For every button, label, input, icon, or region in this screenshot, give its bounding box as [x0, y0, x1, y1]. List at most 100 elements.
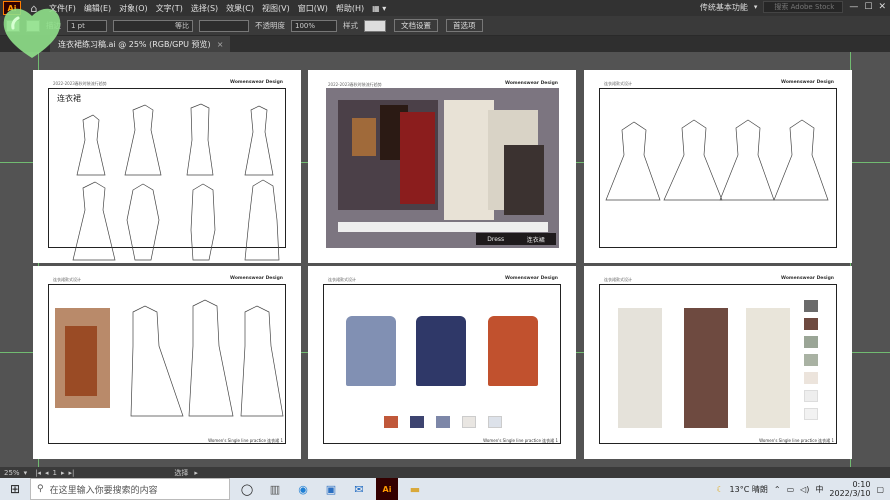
stroke-weight-value: 1 pt: [71, 21, 85, 30]
artboard-4[interactable]: 连衣裙款式设计 Womenswear Design Women's Single…: [33, 266, 301, 459]
dress-sketches: [130, 299, 284, 417]
file-explorer-icon[interactable]: ▥: [264, 478, 286, 500]
last-artboard-icon[interactable]: ▸|: [68, 469, 74, 477]
menu-view[interactable]: 视图(V): [262, 3, 290, 14]
menu-bar: Ai ⌂ 文件(F) 编辑(E) 对象(O) 文字(T) 选择(S) 效果(C)…: [0, 0, 890, 16]
menu-select[interactable]: 选择(S): [191, 3, 218, 14]
clock-date: 2022/3/10: [829, 489, 871, 498]
menu-type[interactable]: 文字(T): [156, 3, 183, 14]
workspace-switcher[interactable]: 传统基本功能: [700, 2, 748, 13]
artboard-3[interactable]: 连衣裙款式设计 Womenswear Design: [584, 70, 852, 263]
menu-help[interactable]: 帮助(H): [336, 3, 364, 14]
system-tray: ☾ 13°C 晴朗 ⌃ ▭ ◁) 中 0:10 2022/3/10 ▢: [716, 478, 884, 500]
artboard-footer: Women's Single line practice 连衣裙 1: [208, 438, 283, 443]
color-swatch: [804, 318, 818, 330]
color-swatch: [804, 372, 818, 384]
color-swatch: [804, 408, 818, 420]
weather-text[interactable]: 13°C 晴朗: [730, 484, 768, 495]
artboard-caption: 连衣裙款式设计: [604, 277, 632, 282]
artboard-2[interactable]: 2022-2023春秋时装流行趋势 Womenswear Design Dres…: [308, 70, 576, 263]
opacity-input[interactable]: 100%: [291, 19, 337, 32]
moodboard-photo: [400, 112, 435, 204]
dress-sketches: [72, 103, 280, 261]
chevron-down-icon[interactable]: ▾: [24, 469, 28, 477]
document-tab-bar: 连衣裙练习稿.ai @ 25% (RGB/GPU 预览) ×: [0, 36, 890, 52]
zoom-level[interactable]: 25%: [4, 469, 20, 477]
close-icon[interactable]: ✕: [878, 2, 886, 12]
artboard-6[interactable]: 连衣裙款式设计 Womenswear Design Women's Single…: [584, 266, 852, 459]
menu-edit[interactable]: 编辑(E): [84, 3, 111, 14]
dress-illustration: [684, 308, 728, 428]
next-artboard-icon[interactable]: ▸: [61, 469, 65, 477]
status-bar: 25% ▾ |◂ ◂ 1 ▸ ▸| 选择 ▸: [0, 467, 890, 478]
menu-window[interactable]: 窗口(W): [298, 3, 328, 14]
dress-sketches: [605, 119, 829, 201]
artboard-footer: Women's Single line practice 连衣裙 1: [483, 438, 558, 443]
network-icon[interactable]: ▭: [787, 485, 795, 494]
label-dress-cn: 连衣裙: [526, 236, 545, 244]
dress-illustration: [618, 308, 662, 428]
folder-app-icon[interactable]: ▬: [404, 478, 426, 500]
minimize-icon[interactable]: —: [849, 2, 858, 12]
artboard-brand: Womenswear Design: [505, 276, 558, 281]
chevron-right-icon[interactable]: ▸: [194, 469, 198, 477]
artboard-brand: Womenswear Design: [505, 81, 558, 86]
close-tab-icon[interactable]: ×: [217, 40, 224, 49]
stock-search-input[interactable]: 搜索 Adobe Stock: [763, 1, 844, 13]
windows-start-icon[interactable]: ⊞: [0, 478, 30, 500]
taskbar-search-input[interactable]: ⚲ 在这里输入你要搜索的内容: [30, 478, 230, 500]
document-setup-button[interactable]: 文档设置: [394, 19, 438, 32]
stroke-weight-input[interactable]: 1 pt: [67, 19, 107, 32]
clock[interactable]: 0:10 2022/3/10: [829, 480, 870, 498]
taskbar-search-placeholder: 在这里输入你要搜索的内容: [49, 485, 158, 496]
heart-sticker-icon: [3, 8, 61, 58]
current-tool: 选择: [174, 468, 189, 477]
style-label: 样式: [343, 21, 358, 30]
stroke-profile-value: 等比: [175, 21, 189, 30]
artboard-5[interactable]: 连衣裙款式设计 Womenswear Design Women's Single…: [308, 266, 576, 459]
notification-icon[interactable]: ▢: [876, 485, 884, 494]
opacity-label: 不透明度: [255, 21, 285, 30]
artboard-caption: 连衣裙款式设计: [328, 277, 356, 282]
chevron-up-icon[interactable]: ⌃: [774, 485, 781, 494]
task-view-icon[interactable]: ◯: [236, 478, 258, 500]
dress-illustration: [346, 316, 396, 386]
volume-icon[interactable]: ◁): [800, 485, 809, 494]
color-swatch: [804, 300, 818, 312]
menu-object[interactable]: 对象(O): [119, 3, 148, 14]
document-title: 连衣裙练习稿.ai @ 25% (RGB/GPU 预览): [58, 39, 211, 49]
control-bar: 描边 1 pt 等比 不透明度 100% 样式 文档设置 首选项: [0, 16, 890, 36]
search-icon: ⚲: [37, 484, 44, 494]
preferences-button[interactable]: 首选项: [446, 19, 483, 32]
artboard-1[interactable]: 2022-2023春秋时装流行趋势 Womenswear Design 连衣裙: [33, 70, 301, 263]
stroke-profile-select[interactable]: 等比: [113, 19, 193, 32]
brush-definition-select[interactable]: [199, 19, 249, 32]
photos-app-icon[interactable]: ▣: [320, 478, 342, 500]
ime-indicator[interactable]: 中: [815, 484, 823, 495]
prev-artboard-icon[interactable]: ◂: [45, 469, 49, 477]
first-artboard-icon[interactable]: |◂: [35, 469, 41, 477]
chevron-down-icon[interactable]: ▾: [754, 3, 758, 11]
edge-browser-icon[interactable]: ◉: [292, 478, 314, 500]
moodboard-photo: [444, 100, 494, 220]
mail-app-icon[interactable]: ✉: [348, 478, 370, 500]
weather-icon: ☾: [716, 484, 724, 494]
dress-illustration: [416, 316, 466, 386]
color-swatch: [436, 416, 450, 428]
clock-time: 0:10: [852, 480, 871, 489]
moodboard-photo: [352, 118, 376, 156]
illustrator-app-icon[interactable]: Ai: [376, 478, 398, 500]
artboard-number[interactable]: 1: [52, 469, 56, 477]
menu-effect[interactable]: 效果(C): [226, 3, 254, 14]
arrange-docs-icon[interactable]: ▦ ▾: [372, 4, 386, 13]
canvas[interactable]: 2022-2023春秋时装流行趋势 Womenswear Design 连衣裙 …: [0, 52, 890, 467]
artboard-footer: Women's Single line practice 连衣裙 1: [759, 438, 834, 443]
moodboard-label-bar: Dress 连衣裙: [476, 233, 556, 245]
color-swatch: [804, 336, 818, 348]
style-select[interactable]: [364, 19, 386, 32]
document-tab[interactable]: 连衣裙练习稿.ai @ 25% (RGB/GPU 预览) ×: [50, 36, 230, 52]
color-swatch: [804, 354, 818, 366]
maximize-icon[interactable]: ☐: [864, 2, 872, 12]
color-swatch: [488, 416, 502, 428]
opacity-value: 100%: [295, 21, 316, 30]
